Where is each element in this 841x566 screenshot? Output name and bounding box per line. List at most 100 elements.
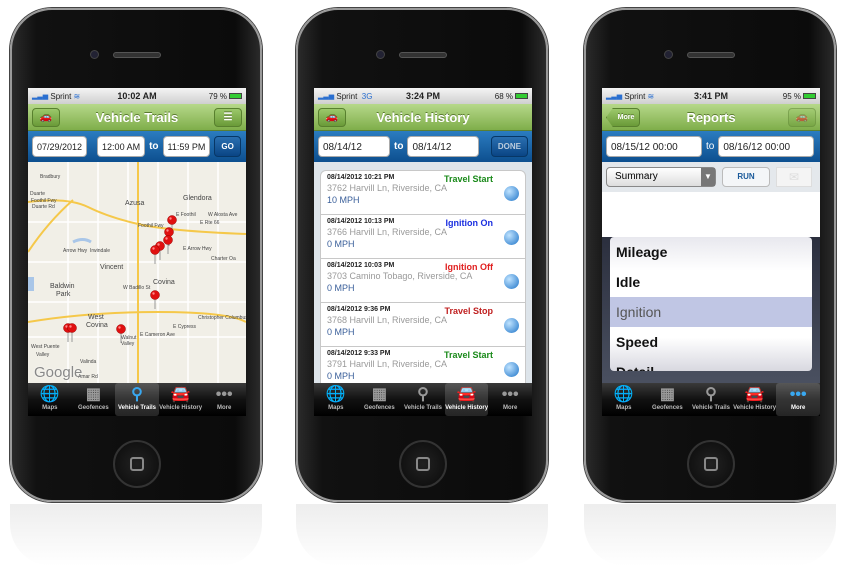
- picker-option[interactable]: Idle: [610, 267, 812, 297]
- reflection: [584, 504, 836, 566]
- picker-option[interactable]: Mileage: [610, 237, 812, 267]
- car-button[interactable]: 🚗: [32, 108, 60, 127]
- tab-vehicle-history[interactable]: 🚘 Vehicle History: [159, 383, 203, 416]
- phone-vehicle-history: ▂▃▅ Sprint 3G 3:24 PM 68 % Vehicle Histo…: [296, 8, 548, 502]
- event-address: 3766 Harvill Ln, Riverside, CA: [327, 227, 448, 237]
- tab-vehicle-trails[interactable]: ⚲ Vehicle Trails: [115, 383, 159, 416]
- map-pin[interactable]: [163, 235, 173, 255]
- joystick-pin-icon: ⚲: [705, 386, 717, 403]
- nav-bar: Vehicle History 🚗: [314, 104, 532, 131]
- globe-icon[interactable]: [504, 274, 519, 289]
- nav-bar: Reports More 🚗: [602, 104, 820, 131]
- report-type-select[interactable]: Summary ▼: [606, 167, 716, 187]
- map-label: Azusa: [125, 200, 145, 207]
- reflection: [10, 504, 262, 566]
- tab-label: More: [791, 405, 806, 411]
- map-attribution: Google: [34, 364, 83, 381]
- list-button[interactable]: ☰: [214, 108, 242, 127]
- tab-more[interactable]: ••• More: [202, 383, 246, 416]
- more-dots-icon: •••: [789, 386, 807, 403]
- start-time-input[interactable]: 12:00 AM: [97, 136, 146, 157]
- car-button[interactable]: 🚗: [318, 108, 346, 127]
- event-type: Travel Stop: [444, 306, 493, 316]
- tab-more[interactable]: ••• More: [776, 383, 820, 416]
- tab-maps[interactable]: 🌐 Maps: [28, 383, 72, 416]
- tab-label: Vehicle History: [733, 405, 777, 411]
- to-datetime-input[interactable]: 08/16/12 00:00: [718, 136, 815, 157]
- globe-icon[interactable]: [504, 230, 519, 245]
- globe-icon[interactable]: [504, 186, 519, 201]
- map-label: West Puente: [31, 344, 60, 350]
- done-button[interactable]: DONE: [490, 136, 528, 157]
- date-input[interactable]: 07/29/2012: [32, 136, 88, 157]
- tab-label: Vehicle Trails: [403, 405, 442, 411]
- event-type: Ignition Off: [445, 262, 493, 272]
- tab-vehicle-history[interactable]: 🚘 Vehicle History: [444, 383, 489, 416]
- tab-more[interactable]: ••• More: [488, 383, 532, 416]
- speaker: [399, 52, 447, 58]
- history-item[interactable]: 08/14/2012 10:21 PM Travel Start 3762 Harv…: [320, 170, 526, 215]
- globe-icon[interactable]: [504, 362, 519, 377]
- map-label: Christopher Columbus Tr: [198, 315, 246, 321]
- tab-geofences[interactable]: ▦ Geofences: [358, 383, 402, 416]
- to-label: to: [706, 141, 715, 152]
- tab-geofences[interactable]: ▦ Geofences: [72, 383, 116, 416]
- tab-geofences[interactable]: ▦ Geofences: [646, 383, 690, 416]
- globe-icon[interactable]: [504, 318, 519, 333]
- go-button[interactable]: GO: [214, 136, 241, 157]
- clock: 10:02 AM: [117, 91, 157, 101]
- map-label: Valley: [36, 352, 50, 358]
- globe-icon: 🌐: [39, 386, 60, 403]
- map-label: W Alosta Ave: [208, 212, 238, 218]
- tab-vehicle-history[interactable]: 🚘 Vehicle History: [733, 383, 777, 416]
- event-type: Travel Start: [443, 174, 493, 184]
- grid-icon: ▦: [85, 386, 101, 403]
- back-button[interactable]: More: [606, 108, 640, 127]
- from-datetime-input[interactable]: 08/15/12 00:00: [606, 136, 702, 157]
- tab-maps[interactable]: 🌐 Maps: [314, 383, 358, 416]
- run-button[interactable]: RUN: [722, 167, 770, 187]
- event-speed: 0 MPH: [327, 283, 355, 293]
- clock: 3:24 PM: [405, 91, 440, 101]
- map-pin[interactable]: [67, 323, 77, 343]
- end-time-input[interactable]: 11:59 PM: [162, 136, 211, 157]
- picker-option[interactable]: Detail: [610, 357, 812, 371]
- picker-option[interactable]: Ignition: [610, 297, 812, 327]
- tab-maps[interactable]: 🌐 Maps: [602, 383, 646, 416]
- map-label: Duarte Rd: [32, 204, 55, 210]
- dropdown-arrow-icon: ▼: [701, 168, 715, 186]
- tab-vehicle-trails[interactable]: ⚲ Vehicle Trails: [401, 383, 445, 416]
- map-label: Arrow Hwy: [63, 248, 88, 254]
- car-button[interactable]: 🚗: [788, 108, 816, 127]
- history-item[interactable]: 08/14/2012 10:13 PM Ignition On 3766 Harvi…: [320, 214, 526, 259]
- email-button[interactable]: ✉: [776, 167, 812, 187]
- tab-vehicle-trails[interactable]: ⚲ Vehicle Trails: [689, 383, 733, 416]
- nav-bar: Vehicle Trails 🚗 ☰: [28, 104, 246, 131]
- map-label: Bradbury: [40, 174, 61, 180]
- home-button[interactable]: [399, 440, 447, 488]
- camera: [664, 50, 673, 59]
- map-label: E Cypress: [173, 324, 197, 330]
- joystick-pin-icon: ⚲: [131, 386, 143, 403]
- to-date-input[interactable]: 08/14/12: [407, 136, 480, 157]
- event-speed: 0 MPH: [327, 371, 355, 381]
- car-clock-icon: 🚘: [744, 386, 765, 403]
- map-label: Valinda: [80, 359, 97, 365]
- report-picker[interactable]: MileageIdleIgnitionSpeedDetail: [602, 237, 820, 383]
- tab-label: Vehicle Trails: [691, 405, 730, 411]
- tab-label: More: [217, 405, 232, 411]
- map-label: E Foothil: [176, 212, 196, 218]
- home-button[interactable]: [113, 440, 161, 488]
- home-button[interactable]: [687, 440, 735, 488]
- history-item[interactable]: 08/14/2012 9:36 PM Travel Stop 3768 Harvil…: [320, 302, 526, 347]
- joystick-pin-icon: ⚲: [417, 386, 429, 403]
- event-type: Ignition On: [445, 218, 494, 228]
- picker-option[interactable]: Speed: [610, 327, 812, 357]
- map[interactable]: Bradbury Duarte Foothil Fwy Duarte Rd Azusa G…: [28, 162, 246, 383]
- event-speed: 0 MPH: [327, 239, 355, 249]
- map-label: Glendora: [183, 195, 212, 202]
- grid-icon: ▦: [659, 386, 675, 403]
- history-item[interactable]: 08/14/2012 10:03 PM Ignition Off 3703 Cami…: [320, 258, 526, 303]
- from-date-input[interactable]: 08/14/12: [318, 136, 390, 157]
- history-list[interactable]: 08/14/2012 10:21 PM Travel Start 3762 Harv…: [314, 162, 532, 391]
